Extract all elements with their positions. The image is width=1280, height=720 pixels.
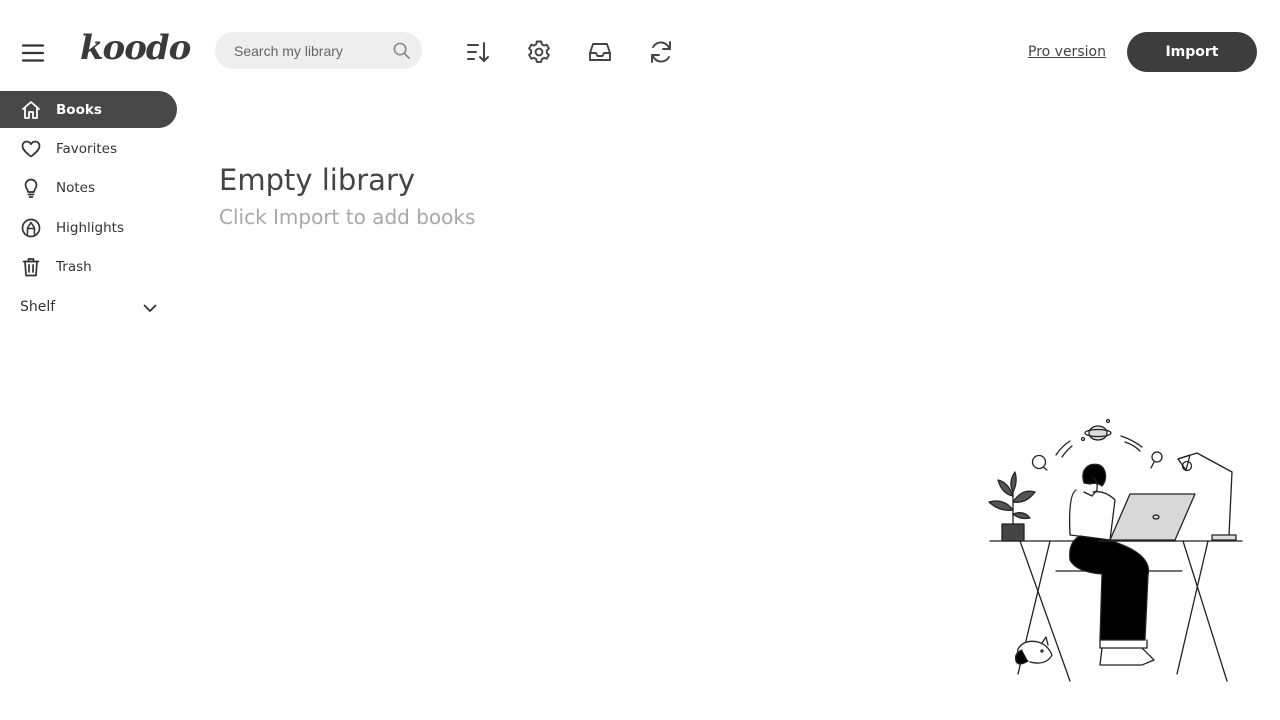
reading-woman-illustration xyxy=(988,418,1243,682)
sidebar: Books Favorites Notes Highlights Trash xyxy=(0,91,177,288)
sidebar-item-label: Highlights xyxy=(56,219,124,236)
search-box[interactable] xyxy=(215,32,422,69)
sidebar-item-label: Favorites xyxy=(56,140,117,157)
chevron-down-icon[interactable] xyxy=(141,299,159,317)
highlighter-icon xyxy=(21,218,41,238)
pro-version-link[interactable]: Pro version xyxy=(1028,44,1106,60)
settings-icon[interactable] xyxy=(525,38,553,66)
sidebar-item-label: Trash xyxy=(56,259,92,276)
search-icon[interactable] xyxy=(392,41,411,60)
sidebar-item-label: Notes xyxy=(56,180,95,197)
sidebar-item-favorites[interactable]: Favorites xyxy=(0,130,177,167)
sidebar-item-trash[interactable]: Trash xyxy=(0,249,177,286)
sync-icon[interactable] xyxy=(647,38,675,66)
shelf-toggle[interactable]: Shelf xyxy=(0,293,177,321)
hamburger-menu-icon[interactable] xyxy=(20,40,46,66)
search-input[interactable] xyxy=(234,42,384,59)
lightbulb-icon xyxy=(24,179,38,199)
empty-library-title: Empty library xyxy=(219,163,416,197)
trash-icon xyxy=(22,258,40,277)
shelf-label: Shelf xyxy=(20,299,56,315)
empty-library-subtitle: Click Import to add books xyxy=(219,205,476,229)
app-logo: koodo xyxy=(80,28,191,68)
sidebar-item-label: Books xyxy=(56,101,102,118)
heart-icon xyxy=(21,140,41,158)
sort-icon[interactable] xyxy=(464,38,492,66)
home-icon xyxy=(22,100,40,119)
import-button[interactable]: Import xyxy=(1127,32,1257,72)
sidebar-item-books[interactable]: Books xyxy=(0,91,177,128)
inbox-icon[interactable] xyxy=(586,38,614,66)
sidebar-item-highlights[interactable]: Highlights xyxy=(0,209,177,246)
sidebar-item-notes[interactable]: Notes xyxy=(0,170,177,207)
